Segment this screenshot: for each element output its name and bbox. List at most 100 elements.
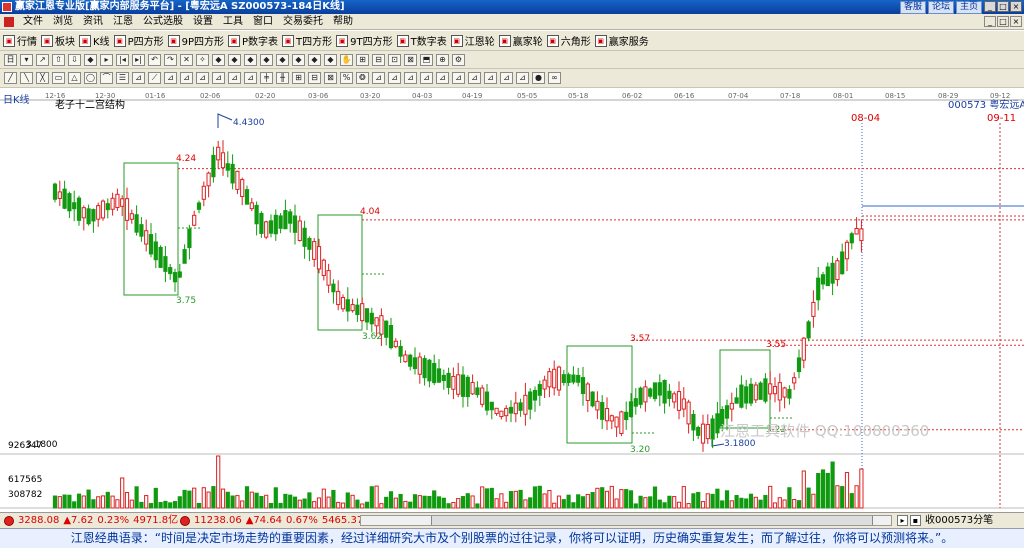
toolbar-button-3[interactable]: ▣ P四方形 xyxy=(113,33,164,48)
drawing-tool-24-icon[interactable]: ⊿ xyxy=(388,72,401,84)
drawing-tool-21-icon[interactable]: % xyxy=(340,72,353,84)
drawing-tool-32-icon[interactable]: ⊿ xyxy=(516,72,529,84)
horizontal-scrollbar[interactable] xyxy=(360,515,892,526)
chart-tool-20-icon[interactable]: ◆ xyxy=(324,54,337,66)
drawing-tool-4-icon[interactable]: △ xyxy=(68,72,81,84)
link-home[interactable]: 主页 xyxy=(955,1,982,14)
zoom-out-button[interactable]: ▸ xyxy=(897,515,908,526)
scrollbar-thumb[interactable] xyxy=(431,516,873,525)
chart-tool-6-icon[interactable]: ▸ xyxy=(100,54,113,66)
drawing-tool-14-icon[interactable]: ⊿ xyxy=(228,72,241,84)
drawing-tool-20-icon[interactable]: ⊠ xyxy=(324,72,337,84)
toolbar-button-11[interactable]: ▣ 六角形 xyxy=(546,33,591,48)
link-forum[interactable]: 论坛 xyxy=(927,1,954,14)
drawing-tool-18-icon[interactable]: ⊞ xyxy=(292,72,305,84)
menu-item-2[interactable]: 资讯 xyxy=(78,14,108,30)
drawing-tool-31-icon[interactable]: ⊿ xyxy=(500,72,513,84)
mdi-restore-button[interactable]: □ xyxy=(997,16,1009,27)
toolbar-button-5[interactable]: ▣ P数字表 xyxy=(228,33,278,48)
chart-area[interactable]: 12-16 12-30 01-16 02-06 02-20 03-06 03-20 04-03… xyxy=(0,88,1024,512)
toolbar-button-7[interactable]: ▣ 9T四方形 xyxy=(336,33,393,48)
chart-tool-9-icon[interactable]: ↶ xyxy=(148,54,161,66)
drawing-tool-33-icon[interactable]: ● xyxy=(532,72,545,84)
toolbar-button-12[interactable]: ▣ 赢家服务 xyxy=(594,33,649,48)
index-shanghai[interactable]: 3288.08 ▲7.62 0.23% 4971.8亿 xyxy=(4,513,178,528)
close-button[interactable]: × xyxy=(1010,1,1022,12)
drawing-tool-25-icon[interactable]: ⊿ xyxy=(404,72,417,84)
drawing-tool-28-icon[interactable]: ⊿ xyxy=(452,72,465,84)
chart-tool-22-icon[interactable]: ⊞ xyxy=(356,54,369,66)
chart-tool-24-icon[interactable]: ⊡ xyxy=(388,54,401,66)
drawing-tool-2-icon[interactable]: ╳ xyxy=(36,72,49,84)
menu-item-3[interactable]: 江恩 xyxy=(108,14,138,30)
drawing-tool-9-icon[interactable]: ⟋ xyxy=(148,72,161,84)
drawing-tool-0-icon[interactable]: ╱ xyxy=(4,72,17,84)
toolbar-button-4[interactable]: ▣ 9P四方形 xyxy=(167,33,224,48)
tick-data-label[interactable]: 收000573分笔 xyxy=(925,513,993,528)
menu-app-icon[interactable] xyxy=(4,17,14,27)
chart-tool-7-icon[interactable]: |◂ xyxy=(116,54,129,66)
mdi-minimize-button[interactable]: _ xyxy=(984,16,996,27)
menu-item-7[interactable]: 窗口 xyxy=(248,14,278,30)
menu-item-9[interactable]: 帮助 xyxy=(328,14,358,30)
drawing-tool-19-icon[interactable]: ⊟ xyxy=(308,72,321,84)
drawing-tool-23-icon[interactable]: ⊿ xyxy=(372,72,385,84)
chart-tool-21-icon[interactable]: ✋ xyxy=(340,54,353,66)
drawing-tool-15-icon[interactable]: ⊿ xyxy=(244,72,257,84)
chart-tool-2-icon[interactable]: ↗ xyxy=(36,54,49,66)
menu-item-8[interactable]: 交易委托 xyxy=(278,14,328,30)
chart-tool-16-icon[interactable]: ◆ xyxy=(260,54,273,66)
toolbar-button-2[interactable]: ▣ K线 xyxy=(79,33,110,48)
chart-tool-12-icon[interactable]: ✧ xyxy=(196,54,209,66)
menu-item-6[interactable]: 工具 xyxy=(218,14,248,30)
chart-tool-26-icon[interactable]: ⬒ xyxy=(420,54,433,66)
menu-item-5[interactable]: 设置 xyxy=(188,14,218,30)
chart-tool-27-icon[interactable]: ⊕ xyxy=(436,54,449,66)
drawing-tool-13-icon[interactable]: ⊿ xyxy=(212,72,225,84)
drawing-tool-5-icon[interactable]: ◯ xyxy=(84,72,97,84)
toolbar-button-1[interactable]: ▣ 板块 xyxy=(41,33,75,48)
maximize-button[interactable]: □ xyxy=(997,1,1009,12)
toolbar-button-6[interactable]: ▣ T四方形 xyxy=(282,33,332,48)
zoom-in-button[interactable]: ▪ xyxy=(910,515,921,526)
drawing-tool-8-icon[interactable]: ⊿ xyxy=(132,72,145,84)
link-customer-service[interactable]: 客服 xyxy=(899,1,926,14)
drawing-tool-10-icon[interactable]: ⊿ xyxy=(164,72,177,84)
toolbar-button-0[interactable]: ▣ 行情 xyxy=(3,33,37,48)
toolbar-button-9[interactable]: ▣ 江恩轮 xyxy=(450,33,495,48)
chart-tool-23-icon[interactable]: ⊟ xyxy=(372,54,385,66)
drawing-tool-29-icon[interactable]: ⊿ xyxy=(468,72,481,84)
drawing-tool-30-icon[interactable]: ⊿ xyxy=(484,72,497,84)
chart-tool-15-icon[interactable]: ◆ xyxy=(244,54,257,66)
index-shenzhen[interactable]: 11238.06 ▲74.64 0.67% 5465.37 xyxy=(180,513,363,528)
chart-tool-25-icon[interactable]: ⊠ xyxy=(404,54,417,66)
drawing-tool-1-icon[interactable]: ╲ xyxy=(20,72,33,84)
chart-tool-28-icon[interactable]: ⚙ xyxy=(452,54,465,66)
chart-tool-11-icon[interactable]: ✕ xyxy=(180,54,193,66)
minimize-button[interactable]: _ xyxy=(984,1,996,12)
toolbar-button-8[interactable]: ▣ T数字表 xyxy=(396,33,447,48)
drawing-tool-17-icon[interactable]: ╫ xyxy=(276,72,289,84)
chart-tool-1-icon[interactable]: ▾ xyxy=(20,54,33,66)
chart-tool-14-icon[interactable]: ◆ xyxy=(228,54,241,66)
drawing-tool-12-icon[interactable]: ⊿ xyxy=(196,72,209,84)
drawing-tool-11-icon[interactable]: ⊿ xyxy=(180,72,193,84)
drawing-tool-16-icon[interactable]: ╪ xyxy=(260,72,273,84)
menu-item-1[interactable]: 浏览 xyxy=(48,14,78,30)
drawing-tool-7-icon[interactable]: ☰ xyxy=(116,72,129,84)
chart-tool-13-icon[interactable]: ◆ xyxy=(212,54,225,66)
menu-item-0[interactable]: 文件 xyxy=(18,14,48,30)
drawing-tool-26-icon[interactable]: ⊿ xyxy=(420,72,433,84)
drawing-tool-22-icon[interactable]: ❂ xyxy=(356,72,369,84)
drawing-tool-27-icon[interactable]: ⊿ xyxy=(436,72,449,84)
toolbar-button-10[interactable]: ▣ 赢家轮 xyxy=(498,33,543,48)
drawing-tool-34-icon[interactable]: ∞ xyxy=(548,72,561,84)
drawing-tool-6-icon[interactable]: ⌒ xyxy=(100,72,113,84)
menu-item-4[interactable]: 公式选股 xyxy=(138,14,188,30)
chart-tool-19-icon[interactable]: ◆ xyxy=(308,54,321,66)
mdi-close-button[interactable]: × xyxy=(1010,16,1022,27)
chart-tool-17-icon[interactable]: ◆ xyxy=(276,54,289,66)
kline-chart[interactable]: 12-16 12-30 01-16 02-06 02-20 03-06 03-20 04-03… xyxy=(0,88,1024,512)
chart-tool-0-icon[interactable]: 日 xyxy=(4,54,17,66)
chart-tool-10-icon[interactable]: ↷ xyxy=(164,54,177,66)
